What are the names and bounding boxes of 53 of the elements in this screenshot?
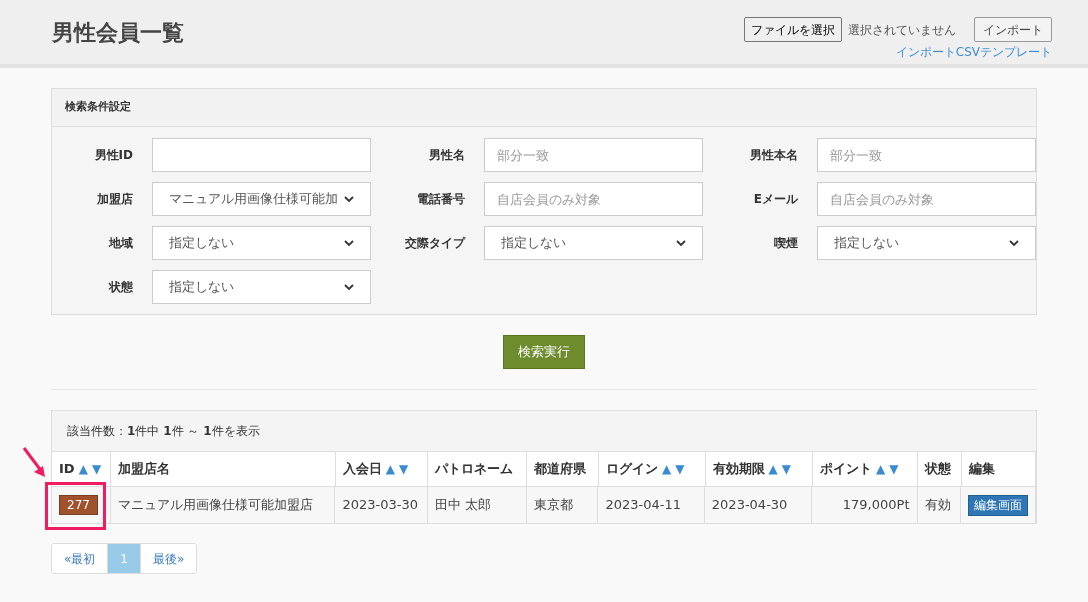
field-label: Eメール [752,191,799,208]
field-label: 男性本名 [749,147,799,164]
input-field[interactable]: 自店会員のみ対象 [817,182,1036,216]
field-label: 地域 [107,235,134,252]
table-cell-text: 東京都 [533,496,573,515]
page-title: 男性会員一覧 [52,19,184,47]
sort-descending[interactable]: ▼ [889,460,899,478]
file-select-button[interactable]: ファイルを選択 [744,17,842,42]
table-cell-text: 有効 [924,496,951,515]
field-label: 喫煙 [773,235,799,252]
sort-ascending[interactable]: ▲ [78,460,88,478]
table-cell-text: 2023-03-30 [342,496,418,515]
sort-descending[interactable]: ▼ [91,460,102,478]
sort-descending[interactable]: ▼ [781,460,791,478]
select-field[interactable]: 指定しない [152,270,371,304]
sort-ascending[interactable]: ▲ [385,460,395,478]
panel-title: 検索条件設定 [65,99,131,116]
chevron-down-icon [344,283,354,291]
input-field[interactable] [152,138,371,172]
sort-ascending[interactable]: ▲ [876,460,886,478]
table-cell-text: 2023-04-11 [605,496,682,515]
select-field[interactable]: マニュアル用画像仕様可能加 [152,182,371,216]
input-field[interactable]: 自店会員のみ対象 [484,182,703,216]
field-label: 状態 [107,279,134,296]
table-cell-text: 田中 太郎 [435,496,492,515]
result-summary: 該当件数：1件中 1件 ～ 1件を表示 [67,423,260,440]
select-field[interactable]: 指定しない [484,226,703,260]
chevron-down-icon [344,195,354,203]
sort-descending[interactable]: ▼ [398,460,409,478]
field-label: 男性ID [93,147,134,164]
edit-button[interactable]: 編集画面 [968,494,1028,516]
annotation-arrow [22,446,48,480]
sort-descending[interactable]: ▼ [675,460,685,478]
table-cell-text: マニュアル用画像仕様可能加盟店 [118,496,314,515]
field-label: 加盟店 [96,191,134,208]
file-status: 選択されていません [848,21,956,39]
sort-ascending[interactable]: ▲ [662,460,672,478]
chevron-down-icon [676,239,686,247]
template-link[interactable]: インポートCSVテンプレート [895,43,1052,61]
import-button[interactable]: インポート [974,17,1052,42]
field-label: 電話番号 [416,191,466,208]
chevron-down-icon [1009,239,1019,247]
search-button[interactable]: 検索実行 [503,335,585,369]
select-field[interactable]: 指定しない [817,226,1036,260]
table-cell-text: 2023-04-30 [711,496,788,515]
chevron-down-icon [344,239,354,247]
id-badge[interactable]: 277 [59,495,98,515]
field-label: 男性名 [428,147,466,164]
sort-ascending[interactable]: ▲ [768,460,778,478]
field-label: 交際タイプ [404,235,467,252]
select-field[interactable]: 指定しない [152,226,371,260]
page-link[interactable]: «最初 [52,544,109,573]
table-cell-text: 179,000Pt [842,496,910,515]
